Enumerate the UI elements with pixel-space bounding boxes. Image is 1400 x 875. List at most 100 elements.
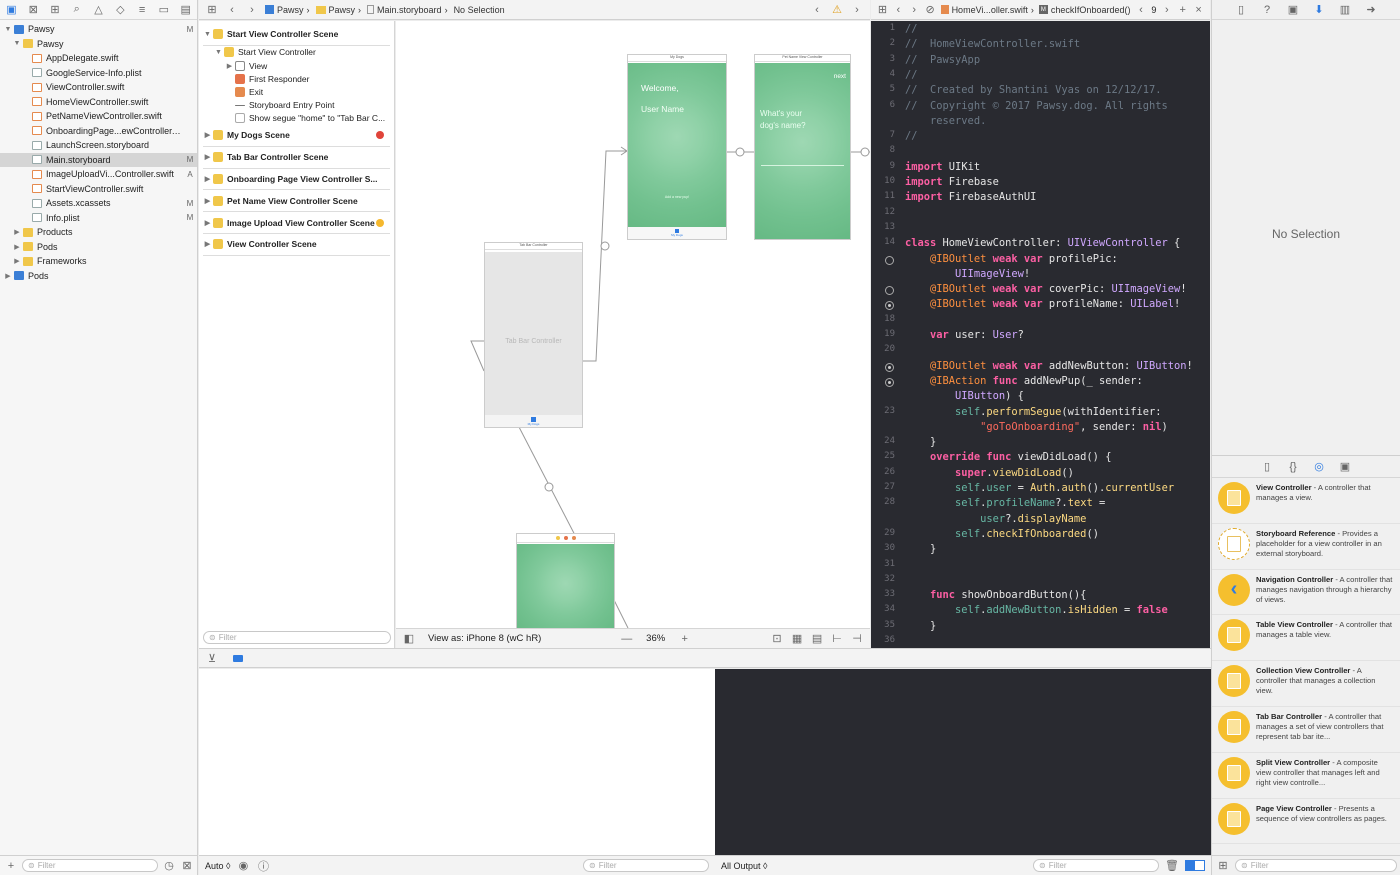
stack-icon[interactable]: ▤ [810,632,824,646]
code-line[interactable]: "goToOnboarding", sender: nil) [871,421,1210,436]
outline-scene[interactable]: ▶ Image Upload View Controller Scene [203,212,390,234]
console-output[interactable] [715,669,1211,855]
file-tree-row[interactable]: LaunchScreen.storyboard [0,138,197,153]
outline-scene[interactable]: ▶ Onboarding Page View Controller S... [203,169,390,191]
code-line[interactable]: 18 [871,314,1210,329]
my-dogs-scene[interactable]: My Dogs Welcome, User Name Add a new pup… [627,54,727,240]
library-item[interactable]: Table View Controller - A controller tha… [1212,615,1400,662]
code-line[interactable]: 25 override func viewDidLoad() { [871,451,1210,466]
code-line[interactable]: 34 self.addNewButton.isHidden = false [871,604,1210,619]
file-tree-row[interactable]: ▶ Pods [0,240,197,255]
pet-name-scene[interactable]: Pet Name View Controller next What's you… [754,54,851,240]
code-line[interactable]: 3 // PawsyApp [871,54,1210,69]
zoom-out-icon[interactable]: — [620,632,634,646]
breadcrumb-file[interactable]: Main.storyboard › [367,5,448,15]
outline-filter-input[interactable]: ⊜ Filter [203,630,391,644]
disclosure-triangle-icon[interactable]: ▶ [203,219,212,227]
code-line[interactable]: @IBAction func addNewPup(_ sender: [871,375,1210,390]
related-items-icon[interactable]: ⊞ [205,3,219,17]
grid-view-icon[interactable]: ⊞ [1216,859,1230,873]
code-line[interactable]: 8 [871,145,1210,160]
library-item[interactable]: View Controller - A controller that mana… [1212,478,1400,524]
variables-view[interactable] [199,669,715,855]
library-item[interactable]: Tab Bar Controller - A controller that m… [1212,707,1400,753]
breadcrumb-code-file[interactable]: HomeVi...oller.swift › [940,5,1034,15]
outline-item[interactable]: Show segue "home" to "Tab Bar C... [203,112,390,125]
outlet-connection-icon[interactable] [885,255,894,265]
disclosure-triangle-icon[interactable]: ▼ [13,40,21,47]
forward-arrow-icon[interactable]: › [245,3,259,17]
recent-files-icon[interactable]: ◷ [162,859,176,873]
connections-inspector-icon[interactable]: ➜ [1364,3,1378,17]
previous-counterpart-icon[interactable]: ‹ [1135,3,1146,17]
disclosure-triangle-icon[interactable]: ▶ [203,175,212,183]
breadcrumb-selection[interactable]: No Selection [454,5,505,15]
media-library-icon[interactable]: ▣ [1338,460,1352,474]
outline-item[interactable]: Storyboard Entry Point [203,99,390,112]
disclosure-triangle-icon[interactable]: ▶ [13,243,21,251]
file-tree-row[interactable]: ▶ Products [0,225,197,240]
library-item[interactable]: Collection View Controller - A controlle… [1212,661,1400,707]
file-tree-row[interactable]: PetNameViewController.swift [0,109,197,124]
attributes-inspector-icon[interactable]: ⬇ [1312,3,1326,17]
add-editor-icon[interactable]: + [1177,3,1188,17]
zoom-in-icon[interactable]: + [678,632,692,646]
library-item[interactable]: Page View Controller - Presents a sequen… [1212,799,1400,845]
code-line[interactable]: 33 func showOnboardButton(){ [871,589,1210,604]
hide-debug-area-icon[interactable]: ⊻ [205,651,219,665]
code-line[interactable]: 1 // [871,23,1210,38]
pin-icon[interactable]: ⊣ [850,632,864,646]
status-indicator-icon[interactable] [376,218,384,227]
outlet-connection-icon[interactable] [885,377,894,387]
disclosure-triangle-icon[interactable]: ▶ [13,257,21,265]
file-tree-row[interactable]: Main.storyboard M [0,152,197,167]
outline-item[interactable]: ▼ Start View Controller [203,46,390,59]
code-line[interactable]: reserved. [871,115,1210,130]
tab-bar-controller-scene[interactable]: Tab Bar Controller Tab Bar Controller My… [484,242,583,428]
warning-icon[interactable]: △ [92,3,105,17]
outline-item[interactable]: Exit [203,85,390,98]
trash-icon[interactable]: 🗑 [1165,859,1179,873]
outline-scene[interactable]: ▶ Pet Name View Controller Scene [203,190,390,213]
library-item[interactable]: Split View Controller - A composite view… [1212,753,1400,799]
disclosure-triangle-icon[interactable]: ▶ [203,240,212,248]
search-icon[interactable]: ⌕ [70,3,83,17]
back-arrow-icon[interactable]: ‹ [810,3,824,17]
disclosure-triangle-icon[interactable]: ▶ [203,197,212,205]
file-tree-row[interactable]: Assets.xcassets M [0,196,197,211]
code-line[interactable]: 26 super.viewDidLoad() [871,467,1210,482]
eye-icon[interactable]: ◉ [236,859,250,873]
disclosure-triangle-icon[interactable]: ▶ [203,153,212,161]
source-control-icon[interactable]: ⊠ [27,3,40,17]
code-line[interactable]: 10 import Firebase [871,176,1210,191]
test-icon[interactable]: ◇ [114,3,127,17]
code-line[interactable]: 4 // [871,69,1210,84]
split-toggle[interactable] [1185,860,1205,871]
file-tree-row[interactable]: GoogleService-Info.plist [0,66,197,81]
outline-scene[interactable]: ▶ Tab Bar Controller Scene [203,147,390,169]
disclosure-triangle-icon[interactable]: ▶ [4,272,12,280]
code-line[interactable]: 27 self.user = Auth.auth().currentUser [871,482,1210,497]
quick-help-icon[interactable]: ? [1260,3,1274,17]
disclosure-triangle-icon[interactable]: ▶ [225,62,234,70]
code-line[interactable]: 14 class HomeViewController: UIViewContro… [871,237,1210,252]
variables-filter-input[interactable]: ⊜ Filter [583,859,709,872]
code-snippet-icon[interactable]: {} [1286,460,1300,474]
hierarchy-icon[interactable]: ⊞ [49,3,62,17]
identity-inspector-icon[interactable]: ▣ [1286,3,1300,17]
library-filter-input[interactable]: ⊜ Filter [1235,859,1397,872]
breadcrumb-method[interactable]: McheckIfOnboarded() [1038,5,1130,15]
breadcrumb-folder[interactable]: Pawsy › [315,5,361,15]
file-tree-row[interactable]: ▶ Pods [0,269,197,284]
add-icon[interactable]: + [4,859,18,873]
code-line[interactable]: 11 import FirebaseAuthUI [871,191,1210,206]
outlet-connection-icon[interactable] [885,362,894,372]
file-tree-row[interactable]: AppDelegate.swift [0,51,197,66]
debug-icon[interactable]: ≡ [136,3,149,17]
code-line[interactable]: 28 self.profileName?.text = [871,497,1210,512]
forward-arrow-icon[interactable]: › [850,3,864,17]
outline-scene[interactable]: ▼ Start View Controller Scene [203,24,390,46]
outlet-connection-icon[interactable] [885,286,894,296]
start-view-controller-scene[interactable] [516,533,615,628]
warning-icon[interactable]: ⚠ [830,3,844,17]
